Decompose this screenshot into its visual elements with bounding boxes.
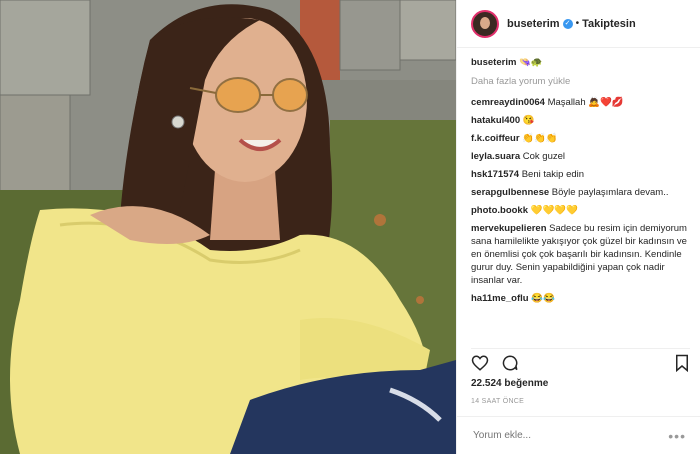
bookmark-icon[interactable] <box>674 354 690 377</box>
separator: • <box>575 18 580 29</box>
verified-icon: ✓ <box>562 18 573 29</box>
likes-count[interactable]: 22.524 beğenme <box>471 378 548 389</box>
comment-text: Maşallah 🙇❤️💋 <box>547 97 624 108</box>
post-timestamp: 14 SAAT ÖNCE <box>471 398 525 405</box>
comment-username[interactable]: ha11me_oflu <box>471 293 529 304</box>
comment-username[interactable]: photo.bookk <box>471 205 528 216</box>
comment-text: 💛💛💛💛 <box>530 205 578 216</box>
comment-item: mervekupelieren Sadece bu resim için dem… <box>471 222 690 287</box>
comment-username[interactable]: cemreaydin0064 <box>471 97 545 108</box>
photo-illustration <box>0 0 456 454</box>
comment-text: 😘 <box>522 115 535 126</box>
comment-item: photo.bookk 💛💛💛💛 <box>471 204 690 217</box>
action-bar <box>471 348 690 379</box>
header-username[interactable]: buseterim <box>507 18 560 30</box>
heart-icon[interactable] <box>471 354 489 377</box>
comment-text: Böyle paylaşımlara devam.. <box>551 187 669 198</box>
comment-item: f.k.coiffeur 👏👏👏 <box>471 132 690 145</box>
add-comment-bar: ••• <box>457 416 700 454</box>
comment-username[interactable]: hatakul400 <box>471 115 520 126</box>
comment-username[interactable]: hsk171574 <box>471 169 519 180</box>
comment-item: serapgulbennese Böyle paylaşımlara devam… <box>471 186 690 199</box>
comment-text: 👏👏👏 <box>522 133 558 144</box>
comment-text: 😂😂 <box>531 293 555 304</box>
comment-text: Cok guzel <box>522 151 566 162</box>
comment-item: hatakul400 😘 <box>471 114 690 127</box>
comment-username[interactable]: leyla.suara <box>471 151 520 162</box>
post-header: buseterim ✓ • Takiptesin <box>457 0 700 48</box>
comment-username[interactable]: f.k.coiffeur <box>471 133 520 144</box>
instagram-post: buseterim ✓ • Takiptesin buseterim 👒🐢 Da… <box>0 0 700 454</box>
comments-list: buseterim 👒🐢 Daha fazla yorum yükle cemr… <box>471 56 690 346</box>
post-photo[interactable] <box>0 0 456 454</box>
comment-input[interactable] <box>471 429 669 442</box>
options-icon[interactable]: ••• <box>668 428 686 444</box>
comment-username[interactable]: serapgulbennese <box>471 187 549 198</box>
comment-icon[interactable] <box>501 354 519 377</box>
comment-item: cemreaydin0064 Maşallah 🙇❤️💋 <box>471 96 690 109</box>
caption-username[interactable]: buseterim <box>471 57 516 68</box>
follow-status-button[interactable]: Takiptesin <box>582 18 636 30</box>
caption: buseterim 👒🐢 <box>471 56 690 69</box>
avatar[interactable] <box>471 9 499 38</box>
load-more-comments-link[interactable]: Daha fazla yorum yükle <box>471 75 690 88</box>
comment-item: leyla.suara Cok guzel <box>471 150 690 163</box>
comment-text: Beni takip edin <box>521 169 585 180</box>
comment-item: hsk171574 Beni takip edin <box>471 168 690 181</box>
post-sidebar: buseterim ✓ • Takiptesin buseterim 👒🐢 Da… <box>456 0 700 454</box>
comment-item: ha11me_oflu 😂😂 <box>471 292 690 305</box>
comment-username[interactable]: mervekupelieren <box>471 223 547 234</box>
caption-text: 👒🐢 <box>519 57 543 68</box>
